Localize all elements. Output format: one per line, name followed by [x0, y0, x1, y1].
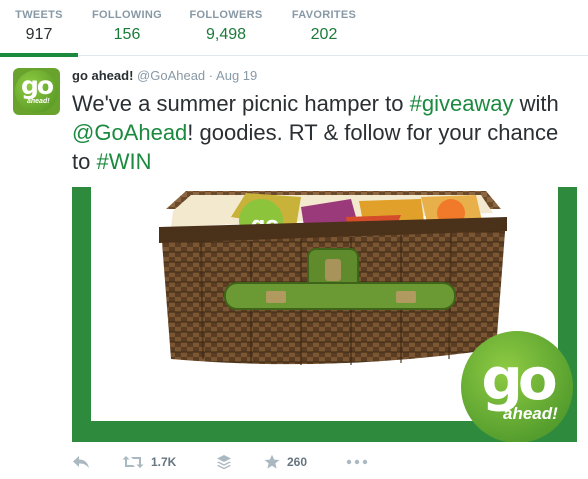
stat-following[interactable]: FOLLOWING 156: [88, 0, 166, 56]
star-icon: [264, 454, 280, 469]
avatar-logo-ahead: ahead!: [27, 98, 50, 105]
more-options-button[interactable]: [346, 452, 368, 472]
tweet-timestamp[interactable]: Aug 19: [216, 68, 257, 83]
hashtag-win-link[interactable]: #WIN: [96, 149, 151, 174]
tweet-header: go ahead! @GoAhead · Aug 19: [72, 68, 257, 83]
stat-favorites-label: FAVORITES: [291, 9, 357, 21]
meta-separator: ·: [208, 68, 214, 83]
profile-stats-bar: TWEETS 917 FOLLOWING 156 FOLLOWERS 9,498…: [0, 0, 588, 57]
hashtag-giveaway-link[interactable]: #giveaway: [410, 91, 514, 116]
badge-logo-ahead: ahead!: [503, 404, 558, 423]
go-ahead-logo-badge: go ahead!: [461, 331, 573, 442]
retweet-count: 1.7K: [151, 455, 177, 469]
stat-followers[interactable]: FOLLOWERS 9,498: [182, 0, 270, 56]
stat-favorites-value: 202: [310, 26, 338, 43]
stat-followers-label: FOLLOWERS: [189, 9, 263, 21]
avatar[interactable]: go ahead!: [13, 68, 60, 115]
stat-tweets-label: TWEETS: [15, 9, 63, 21]
more-icon: [346, 459, 368, 465]
add-to-collection-button[interactable]: [216, 452, 232, 472]
retweet-icon: [122, 456, 144, 468]
stat-followers-value: 9,498: [205, 26, 247, 43]
retweet-button[interactable]: 1.7K: [122, 452, 176, 472]
tweet-text-part: We've a summer picnic hamper to: [72, 91, 410, 116]
reply-icon: [73, 456, 89, 468]
stat-tweets[interactable]: TWEETS 917: [0, 0, 78, 57]
active-tab-indicator: [0, 53, 78, 57]
tweet-actions: 1.7K 260: [72, 452, 372, 472]
tweet-media[interactable]: go ahead!: [72, 187, 577, 442]
stat-following-value: 156: [113, 26, 141, 43]
stat-following-label: FOLLOWING: [92, 9, 162, 21]
avatar-logo-go: go: [20, 71, 54, 100]
tweet-text-part: with: [513, 91, 559, 116]
author-username[interactable]: @GoAhead: [137, 68, 205, 83]
mention-goahead-link[interactable]: @GoAhead: [72, 120, 187, 145]
favorite-count: 260: [287, 455, 308, 469]
stat-favorites[interactable]: FAVORITES 202: [284, 0, 364, 56]
stack-icon: [217, 455, 231, 470]
badge-logo-go: go: [481, 345, 557, 413]
tweet-text: We've a summer picnic hamper to #giveawa…: [72, 89, 577, 176]
stat-tweets-value: 917: [25, 26, 53, 43]
author-fullname[interactable]: go ahead!: [72, 68, 133, 83]
reply-button[interactable]: [72, 452, 90, 472]
favorite-button[interactable]: 260: [264, 452, 307, 472]
